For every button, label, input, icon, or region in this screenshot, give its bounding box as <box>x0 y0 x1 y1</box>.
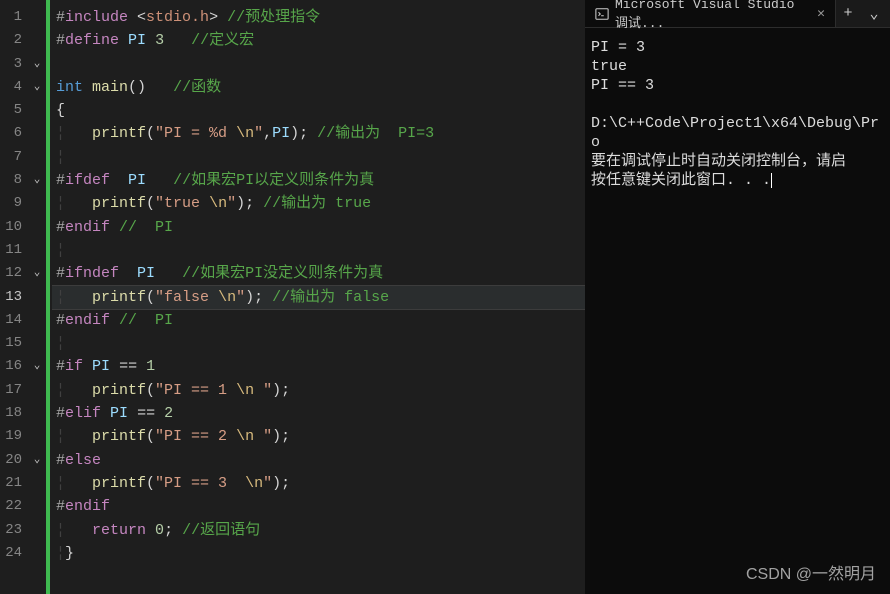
code-line[interactable]: int main() //函数 <box>52 76 585 99</box>
line-number: 17 <box>0 379 28 402</box>
code-line[interactable]: #endif // PI <box>52 216 585 239</box>
line-number: 24 <box>0 542 28 565</box>
close-icon[interactable]: ✕ <box>817 6 825 21</box>
fold-toggle[interactable]: ⌄ <box>28 262 46 285</box>
code-line[interactable]: #include <stdio.h> //预处理指令 <box>52 6 585 29</box>
code-editor[interactable]: 123456789101112131415161718192021222324 … <box>0 0 585 594</box>
tab-actions: + ⌄ <box>836 3 890 25</box>
code-line[interactable]: #ifdef PI //如果宏PI以定义则条件为真 <box>52 169 585 192</box>
code-line[interactable]: ¦ printf("PI == 3 \n"); <box>52 472 585 495</box>
line-number: 3 <box>0 53 28 76</box>
line-number: 2 <box>0 29 28 52</box>
fold-toggle[interactable]: ⌄ <box>28 53 46 76</box>
terminal-tabbar: Microsoft Visual Studio 调试... ✕ + ⌄ <box>585 0 890 28</box>
line-number: 22 <box>0 495 28 518</box>
new-tab-button[interactable]: + <box>836 3 860 25</box>
line-number: 7 <box>0 146 28 169</box>
code-line[interactable]: ¦ printf("PI == 1 \n "); <box>52 379 585 402</box>
code-line[interactable]: ¦ <box>52 239 585 262</box>
line-number: 8 <box>0 169 28 192</box>
output-line: D:\C++Code\Project1\x64\Debug\Pro <box>591 115 879 151</box>
terminal-tab-title: Microsoft Visual Studio 调试... <box>615 0 811 31</box>
line-number: 19 <box>0 425 28 448</box>
fold-toggle[interactable] <box>28 29 46 52</box>
line-number: 11 <box>0 239 28 262</box>
code-line[interactable]: ¦ printf("PI == 2 \n "); <box>52 425 585 448</box>
fold-toggle[interactable] <box>28 379 46 402</box>
output-line: 要在调试停止时自动关闭控制台，请启 <box>591 153 846 170</box>
fold-toggle[interactable]: ⌄ <box>28 449 46 472</box>
line-number: 9 <box>0 192 28 215</box>
code-line[interactable]: #elif PI == 2 <box>52 402 585 425</box>
code-line[interactable]: { <box>52 99 585 122</box>
terminal-icon <box>595 7 609 21</box>
terminal-output[interactable]: PI = 3 true PI == 3 D:\C++Code\Project1\… <box>585 28 890 200</box>
tab-dropdown-button[interactable]: ⌄ <box>862 3 886 25</box>
code-line[interactable]: ¦} <box>52 542 585 565</box>
terminal-tab[interactable]: Microsoft Visual Studio 调试... ✕ <box>585 0 836 27</box>
fold-toggle[interactable] <box>28 99 46 122</box>
code-line[interactable]: #define PI 3 //定义宏 <box>52 29 585 52</box>
line-number: 6 <box>0 122 28 145</box>
line-number: 4 <box>0 76 28 99</box>
line-number: 1 <box>0 6 28 29</box>
fold-toggle[interactable] <box>28 146 46 169</box>
fold-toggle[interactable] <box>28 239 46 262</box>
watermark: CSDN @一然明月 <box>746 560 876 584</box>
code-line[interactable]: ¦ <box>52 332 585 355</box>
fold-toggle[interactable] <box>28 542 46 565</box>
line-number: 23 <box>0 519 28 542</box>
terminal-pane: Microsoft Visual Studio 调试... ✕ + ⌄ PI =… <box>585 0 890 594</box>
line-number: 20 <box>0 449 28 472</box>
line-number: 16 <box>0 355 28 378</box>
fold-toggle[interactable] <box>28 519 46 542</box>
code-line[interactable]: ¦ printf("PI = %d \n",PI); //输出为 PI=3 <box>52 122 585 145</box>
line-number: 12 <box>0 262 28 285</box>
output-line: true <box>591 58 627 75</box>
fold-toggle[interactable] <box>28 309 46 332</box>
code-line[interactable]: #if PI == 1 <box>52 355 585 378</box>
output-line: PI = 3 <box>591 39 645 56</box>
line-number: 21 <box>0 472 28 495</box>
change-indicator <box>46 0 50 594</box>
chevron-down-icon: ⌄ <box>869 4 878 23</box>
fold-toggle[interactable] <box>28 216 46 239</box>
line-number: 10 <box>0 216 28 239</box>
code-line[interactable]: ¦ printf("true \n"); //输出为 true <box>52 192 585 215</box>
line-number: 15 <box>0 332 28 355</box>
code-line[interactable]: #ifndef PI //如果宏PI没定义则条件为真 <box>52 262 585 285</box>
terminal-cursor <box>771 173 772 188</box>
fold-column[interactable]: ⌄⌄⌄⌄⌄⌄ <box>28 0 46 594</box>
line-number: 14 <box>0 309 28 332</box>
fold-toggle[interactable] <box>28 286 46 309</box>
fold-toggle[interactable] <box>28 192 46 215</box>
output-line: 按任意键关闭此窗口. . . <box>591 172 771 189</box>
code-line[interactable]: ¦ printf("false \n"); //输出为 false <box>52 286 585 309</box>
output-line: PI == 3 <box>591 77 654 94</box>
fold-toggle[interactable] <box>28 332 46 355</box>
code-line[interactable]: #endif // PI <box>52 309 585 332</box>
fold-toggle[interactable] <box>28 6 46 29</box>
line-number: 13 <box>0 286 28 309</box>
fold-toggle[interactable]: ⌄ <box>28 169 46 192</box>
line-number: 5 <box>0 99 28 122</box>
fold-toggle[interactable] <box>28 425 46 448</box>
code-area[interactable]: #include <stdio.h> //预处理指令#define PI 3 /… <box>52 0 585 594</box>
code-line[interactable]: #else <box>52 449 585 472</box>
code-line[interactable]: ¦ return 0; //返回语句 <box>52 519 585 542</box>
line-number-gutter: 123456789101112131415161718192021222324 <box>0 0 28 594</box>
fold-toggle[interactable]: ⌄ <box>28 355 46 378</box>
fold-toggle[interactable] <box>28 472 46 495</box>
code-line[interactable] <box>52 53 585 76</box>
fold-toggle[interactable] <box>28 495 46 518</box>
code-line[interactable]: ¦ <box>52 146 585 169</box>
fold-toggle[interactable] <box>28 122 46 145</box>
code-line[interactable]: #endif <box>52 495 585 518</box>
fold-toggle[interactable]: ⌄ <box>28 76 46 99</box>
fold-toggle[interactable] <box>28 402 46 425</box>
line-number: 18 <box>0 402 28 425</box>
